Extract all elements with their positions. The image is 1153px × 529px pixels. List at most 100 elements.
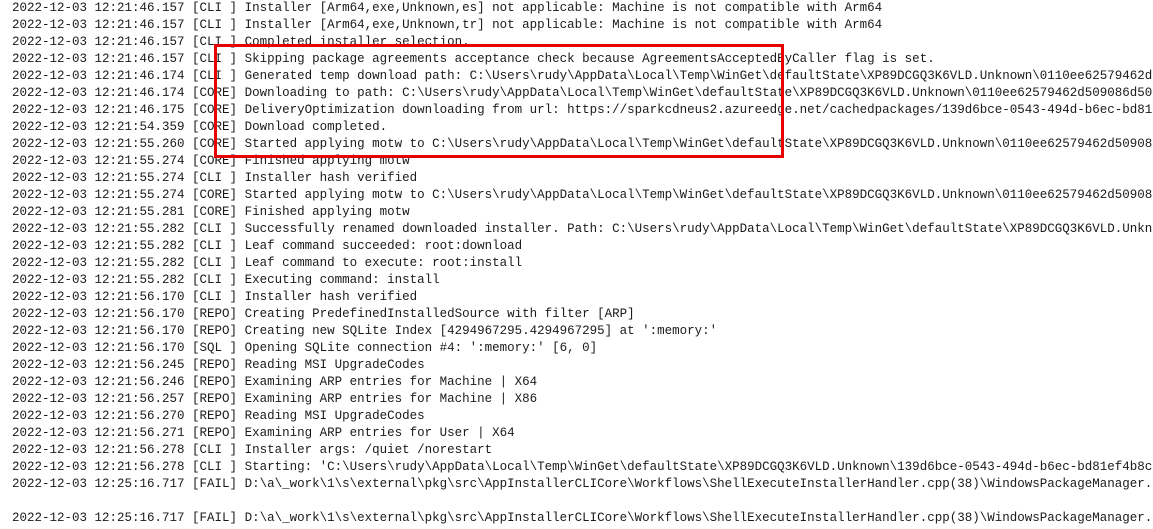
log-line: 2022-12-03 12:21:55.282 [CLI ] Executing…: [12, 272, 1153, 289]
log-timestamp: 2022-12-03 12:21:56.170: [12, 307, 185, 321]
log-level: [CLI ]: [192, 1, 237, 15]
log-timestamp: 2022-12-03 12:21:56.170: [12, 290, 185, 304]
log-timestamp: 2022-12-03 12:21:56.245: [12, 358, 185, 372]
log-timestamp: 2022-12-03 12:21:55.282: [12, 273, 185, 287]
log-message: Creating new SQLite Index [4294967295.42…: [245, 324, 718, 338]
log-line: 2022-12-03 12:21:56.246 [REPO] Examining…: [12, 374, 1153, 391]
log-message: Downloading to path: C:\Users\rudy\AppDa…: [245, 86, 1153, 100]
log-line: 2022-12-03 12:25:16.717 [FAIL] D:\a\_wor…: [12, 510, 1153, 527]
log-timestamp: 2022-12-03 12:21:55.274: [12, 154, 185, 168]
log-line: 2022-12-03 12:21:56.270 [REPO] Reading M…: [12, 408, 1153, 425]
log-line: 2022-12-03 12:21:46.157 [CLI ] Installer…: [12, 17, 1153, 34]
log-line: 2022-12-03 12:21:46.157 [CLI ] Skipping …: [12, 51, 1153, 68]
log-level: [CLI ]: [192, 18, 237, 32]
log-line: 2022-12-03 12:21:55.274 [CORE] Finished …: [12, 153, 1153, 170]
log-line: 2022-12-03 12:21:56.271 [REPO] Examining…: [12, 425, 1153, 442]
log-line: 2022-12-03 12:21:55.274 [CLI ] Installer…: [12, 170, 1153, 187]
log-timestamp: 2022-12-03 12:21:56.246: [12, 375, 185, 389]
log-timestamp: 2022-12-03 12:21:55.281: [12, 205, 185, 219]
log-line: 2022-12-03 12:21:56.278 [CLI ] Installer…: [12, 442, 1153, 459]
log-timestamp: 2022-12-03 12:25:16.717: [12, 511, 185, 525]
log-level: [CLI ]: [192, 69, 237, 83]
log-message: Examining ARP entries for User | X64: [245, 426, 515, 440]
log-line: 2022-12-03 12:21:46.174 [CLI ] Generated…: [12, 68, 1153, 85]
log-level: [CLI ]: [192, 256, 237, 270]
log-line: 2022-12-03 12:21:55.281 [CORE] Finished …: [12, 204, 1153, 221]
log-timestamp: 2022-12-03 12:21:56.278: [12, 460, 185, 474]
log-level: [CLI ]: [192, 52, 237, 66]
log-message: Finished applying motw: [245, 154, 410, 168]
log-level: [REPO]: [192, 392, 237, 406]
log-timestamp: 2022-12-03 12:21:46.157: [12, 35, 185, 49]
log-line: 2022-12-03 12:21:46.157 [CLI ] Completed…: [12, 34, 1153, 51]
log-level: [FAIL]: [192, 511, 237, 525]
log-message: Installer [Arm64,exe,Unknown,es] not app…: [245, 1, 883, 15]
log-line: 2022-12-03 12:21:55.274 [CORE] Started a…: [12, 187, 1153, 204]
log-line: 2022-12-03 12:21:56.170 [REPO] Creating …: [12, 323, 1153, 340]
log-line: 2022-12-03 12:21:56.257 [REPO] Examining…: [12, 391, 1153, 408]
log-level: [CLI ]: [192, 239, 237, 253]
log-level: [CLI ]: [192, 460, 237, 474]
log-message: Opening SQLite connection #4: ':memory:'…: [245, 341, 598, 355]
log-level: [CORE]: [192, 86, 237, 100]
log-level: [CORE]: [192, 205, 237, 219]
log-timestamp: 2022-12-03 12:21:56.271: [12, 426, 185, 440]
log-message: Installer args: /quiet /norestart: [245, 443, 493, 457]
log-message: Executing command: install: [245, 273, 440, 287]
log-line: 2022-12-03 12:21:46.175 [CORE] DeliveryO…: [12, 102, 1153, 119]
log-level: [CORE]: [192, 188, 237, 202]
log-output: 2022-12-03 12:21:46.157 [CLI ] Installer…: [12, 0, 1153, 527]
log-timestamp: 2022-12-03 12:21:55.260: [12, 137, 185, 151]
log-message: Skipping package agreements acceptance c…: [245, 52, 935, 66]
log-line: 2022-12-03 12:21:46.174 [CORE] Downloadi…: [12, 85, 1153, 102]
log-message: Installer hash verified: [245, 171, 418, 185]
log-level: [REPO]: [192, 426, 237, 440]
log-message: Reading MSI UpgradeCodes: [245, 409, 425, 423]
log-level: [CLI ]: [192, 443, 237, 457]
log-timestamp: 2022-12-03 12:21:55.282: [12, 239, 185, 253]
log-message: Installer [Arm64,exe,Unknown,tr] not app…: [245, 18, 883, 32]
log-message: Reading MSI UpgradeCodes: [245, 358, 425, 372]
log-level: [CORE]: [192, 154, 237, 168]
log-timestamp: 2022-12-03 12:21:46.174: [12, 69, 185, 83]
log-level: [CLI ]: [192, 273, 237, 287]
log-message: Started applying motw to C:\Users\rudy\A…: [245, 188, 1153, 202]
log-timestamp: 2022-12-03 12:21:46.157: [12, 52, 185, 66]
log-timestamp: 2022-12-03 12:21:55.282: [12, 256, 185, 270]
log-timestamp: 2022-12-03 12:21:46.157: [12, 18, 185, 32]
log-line: 2022-12-03 12:21:56.170 [REPO] Creating …: [12, 306, 1153, 323]
log-message: Completed installer selection.: [245, 35, 470, 49]
log-message: Starting: 'C:\Users\rudy\AppData\Local\T…: [245, 460, 1153, 474]
log-message: Creating PredefinedInstalledSource with …: [245, 307, 635, 321]
log-level: [CORE]: [192, 137, 237, 151]
log-message: Examining ARP entries for Machine | X86: [245, 392, 538, 406]
log-message: Leaf command succeeded: root:download: [245, 239, 523, 253]
log-level: [REPO]: [192, 358, 237, 372]
log-line: 2022-12-03 12:21:56.278 [CLI ] Starting:…: [12, 459, 1153, 476]
log-timestamp: 2022-12-03 12:21:46.157: [12, 1, 185, 15]
log-level: [CLI ]: [192, 35, 237, 49]
log-message: D:\a\_work\1\s\external\pkg\src\AppInsta…: [245, 511, 1153, 525]
log-level: [CLI ]: [192, 290, 237, 304]
log-line: 2022-12-03 12:21:55.282 [CLI ] Leaf comm…: [12, 238, 1153, 255]
log-timestamp: 2022-12-03 12:21:56.170: [12, 341, 185, 355]
log-level: [FAIL]: [192, 477, 237, 491]
log-level: [CORE]: [192, 120, 237, 134]
log-timestamp: 2022-12-03 12:21:55.274: [12, 188, 185, 202]
log-timestamp: 2022-12-03 12:21:56.270: [12, 409, 185, 423]
log-line: 2022-12-03 12:21:56.170 [SQL ] Opening S…: [12, 340, 1153, 357]
log-timestamp: 2022-12-03 12:21:56.170: [12, 324, 185, 338]
log-message: Download completed.: [245, 120, 388, 134]
log-level: [REPO]: [192, 409, 237, 423]
log-level: [REPO]: [192, 324, 237, 338]
log-message: Generated temp download path: C:\Users\r…: [245, 69, 1153, 83]
log-timestamp: 2022-12-03 12:21:56.278: [12, 443, 185, 457]
log-line: 2022-12-03 12:21:56.245 [REPO] Reading M…: [12, 357, 1153, 374]
log-level: [CLI ]: [192, 222, 237, 236]
log-level: [SQL ]: [192, 341, 237, 355]
log-message: Installer hash verified: [245, 290, 418, 304]
log-level: [CORE]: [192, 103, 237, 117]
log-message: Finished applying motw: [245, 205, 410, 219]
log-timestamp: 2022-12-03 12:21:55.274: [12, 171, 185, 185]
log-line: 2022-12-03 12:21:55.282 [CLI ] Leaf comm…: [12, 255, 1153, 272]
